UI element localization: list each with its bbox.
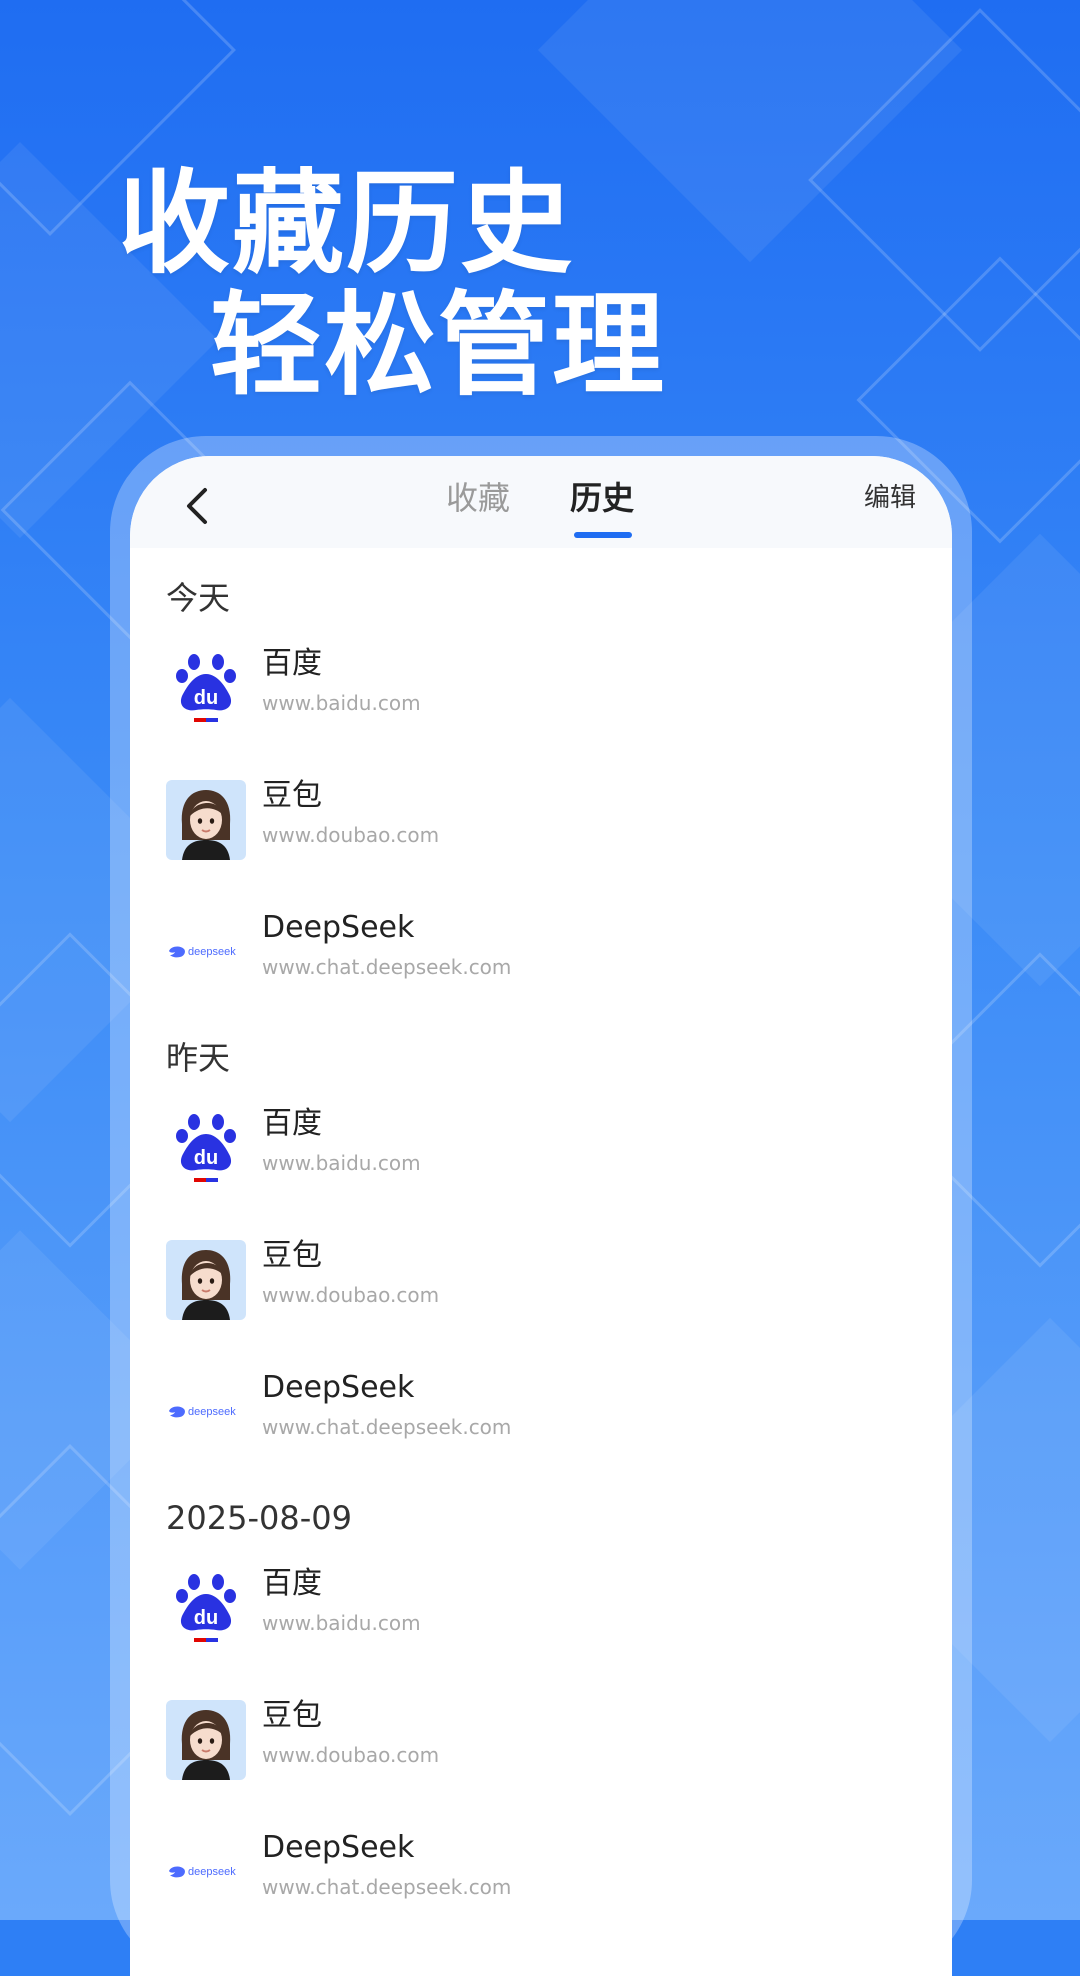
tab-favorites[interactable]: 收藏 [446,470,510,526]
phone-screen: 收藏 历史 编辑 今天 du 百度 www.baidu.com 豆包 www.doubao… [130,456,952,1976]
whale-icon [169,1866,185,1878]
history-item[interactable]: 豆包 www.doubao.com [166,762,926,894]
baidu-logo-text: du [193,1147,219,1169]
baidu-logo-icon: du [174,1112,238,1184]
site-name: 豆包 [262,1698,322,1733]
history-list: 今天 du 百度 www.baidu.com 豆包 www.doubao.com deeps… [166,566,926,1946]
site-logo [166,780,246,860]
baidu-logo-text: du [193,687,219,709]
baidu-logo-icon: du [174,1572,238,1644]
site-url: www.doubao.com [262,1283,440,1307]
doubao-avatar-icon [181,1710,231,1780]
deepseek-logo-text: deepseek [188,1866,236,1878]
back-button[interactable] [170,478,226,534]
baidu-logo-icon: du [174,652,238,724]
site-url: www.baidu.com [262,691,421,715]
site-name: 百度 [262,1106,322,1141]
deepseek-logo-icon: deepseek [168,1405,244,1419]
baidu-logo-text: du [193,1607,219,1629]
site-logo: deepseek [166,912,246,992]
deepseek-logo-icon: deepseek [168,1865,244,1879]
site-url: www.chat.deepseek.com [262,1875,512,1899]
site-logo [166,1240,246,1320]
headline-line-1: 收藏历史 [118,159,574,289]
site-name: 百度 [262,1566,322,1601]
history-item[interactable]: du 百度 www.baidu.com [166,1550,926,1682]
headline-line-2: 轻松管理 [210,281,666,411]
site-logo: du [166,1108,246,1188]
doubao-avatar-icon [181,790,231,860]
section-title: 昨天 [166,1039,231,1077]
site-logo: deepseek [166,1372,246,1452]
site-url: www.chat.deepseek.com [262,955,512,979]
site-logo [166,1700,246,1780]
section-title: 今天 [166,579,231,617]
tab-history[interactable]: 历史 [570,470,634,526]
history-item[interactable]: deepseek DeepSeek www.chat.deepseek.com [166,1354,926,1486]
site-name: 百度 [262,646,322,681]
history-item[interactable]: 豆包 www.doubao.com [166,1682,926,1814]
deepseek-logo-icon: deepseek [168,945,244,959]
site-logo: du [166,648,246,728]
site-name: DeepSeek [262,910,415,945]
whale-icon [169,946,185,958]
history-item[interactable]: du 百度 www.baidu.com [166,630,926,762]
site-name: DeepSeek [262,1830,415,1865]
site-url: www.doubao.com [262,1743,440,1767]
active-tab-indicator [574,532,632,538]
history-item[interactable]: deepseek DeepSeek www.chat.deepseek.com [166,894,926,1026]
top-bar: 收藏 历史 编辑 [130,456,952,548]
site-name: 豆包 [262,778,322,813]
site-name: DeepSeek [262,1370,415,1405]
site-name: 豆包 [262,1238,322,1273]
whale-icon [169,1406,185,1418]
site-url: www.chat.deepseek.com [262,1415,512,1439]
site-url: www.doubao.com [262,823,440,847]
history-item[interactable]: 豆包 www.doubao.com [166,1222,926,1354]
deepseek-logo-text: deepseek [188,946,236,958]
chevron-left-icon [187,488,207,524]
site-url: www.baidu.com [262,1611,421,1635]
deepseek-logo-text: deepseek [188,1406,236,1418]
site-logo: deepseek [166,1832,246,1912]
history-item[interactable]: du 百度 www.baidu.com [166,1090,926,1222]
history-item[interactable]: deepseek DeepSeek www.chat.deepseek.com [166,1814,926,1946]
site-logo: du [166,1568,246,1648]
doubao-avatar-icon [181,1250,231,1320]
edit-button[interactable]: 编辑 [864,470,916,526]
site-url: www.baidu.com [262,1151,421,1175]
section-title: 2025-08-09 [166,1499,352,1537]
